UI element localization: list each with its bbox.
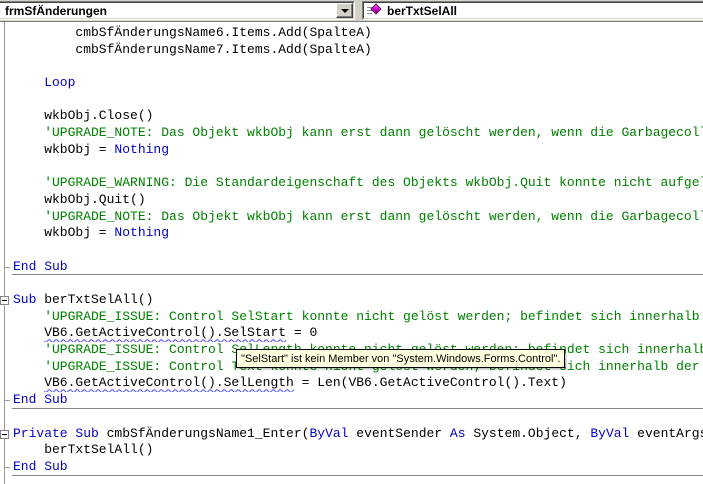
code-line-text: berTxtSelAll() [44,442,154,458]
chevron-down-icon [340,9,349,13]
code-line[interactable]: berTxtSelAll() [0,442,703,459]
procedure-combobox[interactable]: berTxtSelAll [362,1,703,20]
code-line-text: VB6.GetActiveControl().SelLength = Len(V… [44,375,567,391]
code-line[interactable]: Sub berTxtSelAll() [0,292,703,309]
fold-margin [0,42,13,59]
code-line[interactable]: End Sub [0,259,703,276]
object-combobox-value: frmSfÄnderungen [5,3,107,18]
fold-margin [0,159,13,176]
code-line-text: VB6.GetActiveControl().SelStart = 0 [44,325,318,341]
fold-margin [0,192,13,209]
fold-margin [0,259,13,276]
fold-margin [0,58,13,75]
code-line[interactable]: Loop [0,75,703,92]
fold-end-tick [5,466,10,468]
code-line[interactable]: wkbObj.Quit() [0,192,703,209]
fold-margin [0,242,13,259]
fold-margin [0,342,13,359]
procedure-separator [12,474,703,476]
fold-margin [0,175,13,192]
fold-end-tick [5,400,10,402]
code-line-text: wkbObj = Nothing [44,225,170,241]
code-line[interactable]: VB6.GetActiveControl().SelLength = Len(V… [0,375,703,392]
fold-margin [0,392,13,409]
fold-end-tick [5,266,10,268]
code-line[interactable]: wkbObj = Nothing [0,225,703,242]
code-line[interactable]: 'UPGRADE_WARNING: Die Standardeigenschaf… [0,175,703,192]
code-line-text: cmbSfÄnderungsName6.Items.Add(SpalteA) [75,25,372,40]
fold-margin [0,442,13,459]
code-line[interactable] [0,275,703,292]
error-tooltip: "SelStart" ist kein Member von "System.W… [236,349,566,368]
code-line[interactable]: 'UPGRADE_ISSUE: Control SelStart konnte … [0,309,703,326]
code-line[interactable]: 'UPGRADE_NOTE: Das Objekt wkbObj kann er… [0,125,703,142]
code-line[interactable] [0,58,703,75]
fold-margin [0,225,13,242]
code-line[interactable]: End Sub [0,459,703,476]
code-line-text: 'UPGRADE_WARNING: Die Standardeigenschaf… [44,175,703,191]
fold-margin [0,25,13,42]
fold-margin [0,309,13,326]
code-line[interactable]: VB6.GetActiveControl().SelStart = 0 [0,325,703,342]
code-line-text: 'UPGRADE_NOTE: Das Objekt wkbObj kann er… [44,125,703,141]
code-lines: cmbSfÄnderungsName6.Items.Add(SpalteA) cm… [0,25,703,476]
code-line[interactable] [0,92,703,109]
code-line[interactable] [0,242,703,259]
code-line[interactable]: cmbSfÄnderungsName6.Items.Add(SpalteA) [0,25,703,42]
object-combobox[interactable]: frmSfÄnderungen [0,1,355,20]
code-line-text: Private Sub cmbSfÄnderungsName1_Enter(By… [13,425,703,441]
fold-margin [0,459,13,476]
procedure-navigation-bar: frmSfÄnderungen berTxtSelAll [0,0,703,21]
code-line-text: 'UPGRADE_NOTE: Das Objekt wkbObj kann er… [44,208,703,224]
code-line[interactable]: Private Sub cmbSfÄnderungsName1_Enter(By… [0,426,703,443]
code-line[interactable]: End Sub [0,392,703,409]
fold-collapse-icon[interactable] [0,429,9,439]
code-line[interactable]: cmbSfÄnderungsName7.Items.Add(SpalteA) [0,42,703,59]
fold-collapse-icon[interactable] [0,296,9,305]
code-line-text: Loop [44,75,76,91]
code-line[interactable]: 'UPGRADE_NOTE: Das Objekt wkbObj kann er… [0,209,703,226]
fold-margin [0,375,13,392]
code-line[interactable]: wkbObj = Nothing [0,142,703,159]
procedure-combobox-value: berTxtSelAll [387,3,458,18]
fold-margin [0,92,13,109]
fold-margin [0,142,13,159]
code-line-text: End Sub [13,258,68,274]
fold-margin [0,409,13,426]
fold-margin [0,426,13,443]
code-line-text: wkbObj.Quit() [44,191,146,207]
fold-margin [0,292,13,309]
code-line[interactable]: wkbObj.Close() [0,108,703,125]
fold-margin [0,359,13,376]
code-line-text: End Sub [13,392,68,408]
code-line-text: 'UPGRADE_ISSUE: Control SelStart konnte … [44,308,700,324]
code-line[interactable] [0,159,703,176]
dropdown-arrow-button[interactable] [336,3,353,18]
fold-margin [0,275,13,292]
code-line-text: End Sub [13,458,68,474]
code-line-text: cmbSfÄnderungsName7.Items.Add(SpalteA) [75,41,372,57]
fold-margin [0,125,13,142]
fold-margin [0,325,13,342]
fold-margin [0,108,13,125]
code-line[interactable] [0,409,703,426]
code-editor[interactable]: cmbSfÄnderungsName6.Items.Add(SpalteA) cm… [0,21,703,484]
code-line-text: Sub berTxtSelAll() [13,292,154,307]
code-line-text: wkbObj.Close() [44,108,154,124]
code-line-text: wkbObj = Nothing [44,141,170,157]
fold-margin [0,75,13,92]
method-icon [367,3,382,17]
fold-margin [0,209,13,226]
